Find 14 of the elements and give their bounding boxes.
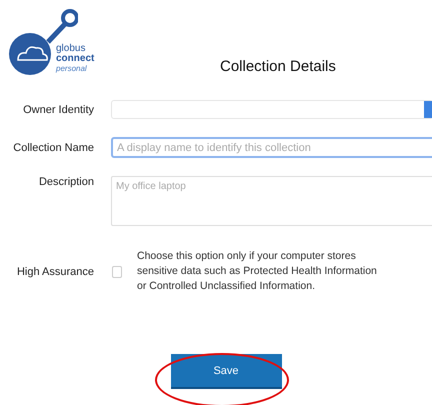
field-label: Description bbox=[38, 176, 94, 188]
logo-text: globus bbox=[56, 44, 86, 54]
help-text: Choose this option only if your computer stores sensitive data such as Protected Health Information or Controlled Unclassified Information. bbox=[137, 249, 377, 294]
logo-text: personal bbox=[56, 64, 88, 74]
field-label: High Assurance bbox=[16, 266, 94, 278]
page-title: Collection Details bbox=[220, 58, 336, 75]
checkbox[interactable] bbox=[112, 266, 122, 278]
owner-identity-select[interactable] bbox=[111, 100, 432, 119]
input-field[interactable]: A display name to identify this collection bbox=[111, 137, 432, 158]
field-label: Collection Name bbox=[12, 142, 94, 154]
save-button[interactable]: Save bbox=[170, 354, 282, 389]
description-field[interactable]: My office laptop bbox=[111, 176, 432, 226]
field-label: Owner Identity bbox=[22, 104, 94, 116]
logo-text: connect bbox=[56, 54, 94, 64]
